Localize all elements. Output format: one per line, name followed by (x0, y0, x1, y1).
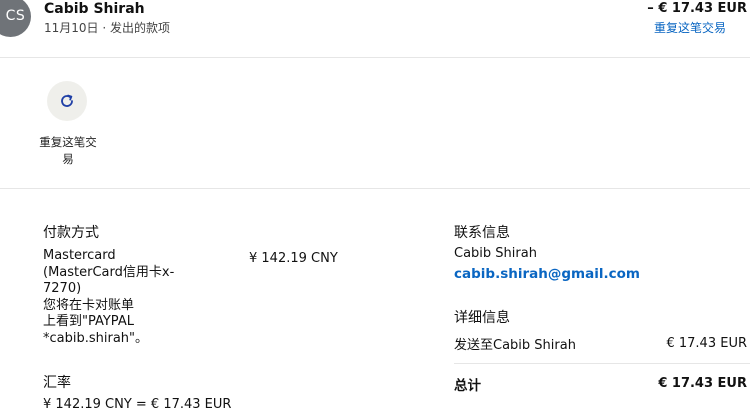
payment-method-description: Mastercard (MasterCard信用卡x- 7270) 您将在卡对账… (43, 248, 175, 346)
payment-method-title: 付款方式 (43, 225, 99, 241)
avatar: CS (0, 0, 31, 37)
merchant-name: Cabib Shirah (44, 1, 145, 17)
sent-amount: € 17.43 EUR (666, 336, 747, 351)
contact-name: Cabib Shirah (454, 246, 537, 261)
total-label: 总计 (454, 378, 481, 394)
refresh-icon (61, 94, 73, 107)
repeat-transaction-label[interactable]: 重复这笔交易 (36, 134, 100, 168)
transaction-amount: – € 17.43 EUR (647, 1, 747, 16)
transaction-meta: 11月10日 · 发出的款项 (44, 21, 170, 35)
sent-to-label: 发送至Cabib Shirah (454, 338, 576, 353)
exchange-rate-value: ¥ 142.19 CNY = € 17.43 EUR (43, 397, 232, 412)
total-divider (454, 363, 750, 364)
avatar-initials: CS (5, 8, 26, 24)
details-title: 详细信息 (454, 310, 510, 326)
payment-amount: ¥ 142.19 CNY (249, 251, 338, 266)
contact-info-title: 联系信息 (454, 225, 510, 241)
total-amount: € 17.43 EUR (658, 376, 747, 391)
repeat-transaction-button[interactable] (47, 81, 87, 121)
repeat-transaction-link[interactable]: 重复这笔交易 (654, 19, 726, 36)
exchange-rate-title: 汇率 (43, 375, 71, 391)
contact-email-link[interactable]: cabib.shirah@gmail.com (454, 266, 640, 282)
actions-divider (0, 188, 750, 189)
header-divider (0, 57, 750, 58)
